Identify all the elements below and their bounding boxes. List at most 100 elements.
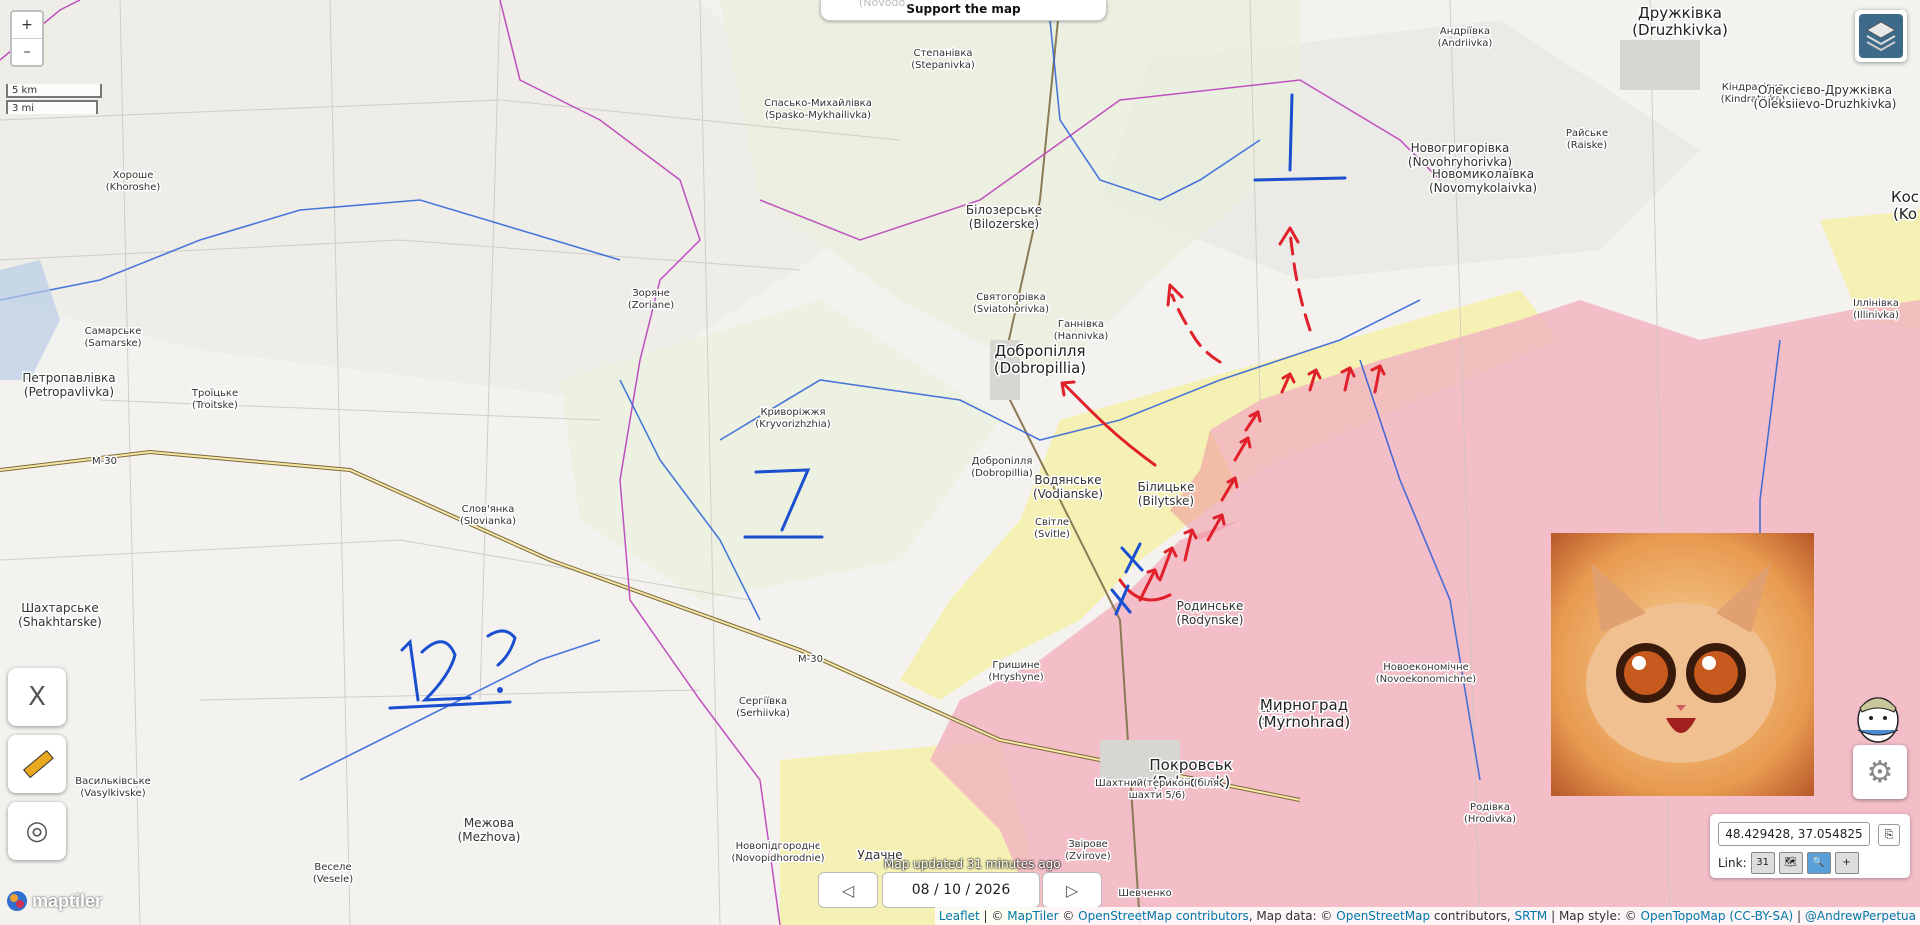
place-label-latin: (Rodynske) <box>1177 613 1244 627</box>
x-logo-icon: X <box>28 682 46 712</box>
place-label: Шахтний(терикон (біля <box>1095 777 1219 789</box>
maptiler-logo[interactable]: maptiler <box>6 890 102 912</box>
place-label-latin: (Mezhova) <box>458 830 521 844</box>
place-label: Кос <box>1891 188 1919 206</box>
place-label: Звірове <box>1068 838 1108 850</box>
place-label-latin: (Slovianka) <box>460 516 516 527</box>
place-label: Іллінівка <box>1853 297 1899 309</box>
place-label: Святогорівка <box>976 291 1045 303</box>
place-label: Шахтарське <box>21 601 99 615</box>
place-label-latin: (Novomykolaivka) <box>1429 181 1537 195</box>
place-label: Васильківське <box>75 775 151 787</box>
settings-button[interactable]: ⚙ <box>1853 745 1907 799</box>
place-label: Добропілля <box>972 455 1033 467</box>
link-label: Link: <box>1718 856 1747 870</box>
ruler-icon <box>22 749 54 779</box>
place-label: Межова <box>464 816 514 830</box>
place-label-latin: (Andriivka) <box>1438 38 1493 49</box>
place-label: Хороше <box>113 170 154 181</box>
map-link-icon[interactable]: 🗺 <box>1778 852 1803 874</box>
opentopo-link[interactable]: OpenTopoMap <box>1641 909 1726 923</box>
place-label-latin: (Oleksiievo-Druzhkivka) <box>1754 97 1897 111</box>
place-label: Ганнівка <box>1058 318 1104 330</box>
mascot-icon[interactable] <box>1854 690 1902 748</box>
zoom-in-button[interactable]: + <box>12 12 42 38</box>
zoom-control: + – <box>10 10 44 67</box>
place-label: Зоряне <box>632 288 670 299</box>
place-label: Райське <box>1566 128 1608 139</box>
place-label-latin: (Bilytske) <box>1138 494 1194 508</box>
layers-button[interactable] <box>1855 10 1907 62</box>
place-label-latin: (Druzhkivka) <box>1632 21 1728 39</box>
support-ghost-text: (Novodo... <box>859 0 916 9</box>
attrib-sep: © <box>1058 909 1079 923</box>
place-label-latin: (Vasylkivske) <box>80 788 145 799</box>
coords-input[interactable]: 48.429428, 37.054825 <box>1718 822 1870 846</box>
osm-link[interactable]: OpenStreetMap contributors <box>1078 909 1249 923</box>
place-label: Криворіжжя <box>760 406 825 418</box>
maptiler-link[interactable]: MapTiler <box>1007 909 1058 923</box>
attrib-text: | Map style: © <box>1547 909 1641 923</box>
place-label: Веселе <box>314 862 351 873</box>
place-label: Сергіївка <box>739 695 787 707</box>
zoom-out-button[interactable]: – <box>12 38 42 65</box>
place-label-latin: (Spasko-Mykhailivka) <box>765 110 871 121</box>
copy-coords-button[interactable]: ⎘ <box>1878 824 1900 846</box>
place-label: Родівка <box>1470 801 1510 813</box>
author-link[interactable]: @AndrewPerpetua <box>1805 909 1916 923</box>
place-label-latin: (Bilozerske) <box>969 217 1039 231</box>
srtm-link[interactable]: SRTM <box>1515 909 1548 923</box>
cat-image <box>1551 533 1814 796</box>
place-label: Спасько-Михайлівка <box>764 97 872 109</box>
gear-icon: ⚙ <box>1866 754 1894 790</box>
place-label-latin: (Zoriane) <box>628 300 674 311</box>
attrib-sep: | © <box>979 909 1008 923</box>
place-label-latin: шахти 5/6) <box>1129 790 1186 801</box>
scale-mi: 3 mi <box>6 100 98 114</box>
calendar-link-icon[interactable]: 31 <box>1750 852 1775 874</box>
place-label: Новогригорівка <box>1411 141 1510 155</box>
scale-bar: 5 km 3 mi <box>6 84 102 116</box>
target-button[interactable]: ◎ <box>8 802 66 860</box>
place-label: Білицьке <box>1138 480 1195 494</box>
osm-link-2[interactable]: OpenStreetMap <box>1336 909 1430 923</box>
place-label: Слов'янка <box>462 504 515 515</box>
place-label: Олексієво-Дружківка <box>1758 83 1892 97</box>
place-label-latin: (Illinivka) <box>1853 310 1899 321</box>
place-label-latin: (Svitle) <box>1034 529 1070 540</box>
place-label: Білозерське <box>966 203 1042 217</box>
x-share-button[interactable]: X <box>8 668 66 726</box>
prev-date-button[interactable]: ◁ <box>818 872 878 908</box>
target-icon: ◎ <box>25 816 49 846</box>
layers-icon <box>1859 14 1903 58</box>
crosshair-link-icon[interactable]: + <box>1834 852 1859 874</box>
search-link-icon[interactable]: 🔍 <box>1806 852 1831 874</box>
place-label: Мирноград <box>1260 696 1348 714</box>
place-label: Новомиколаївка <box>1432 167 1534 181</box>
ruler-button[interactable] <box>8 735 66 793</box>
place-label: Троїцьке <box>191 388 238 399</box>
leaflet-link[interactable]: Leaflet <box>939 909 980 923</box>
next-date-button[interactable]: ▷ <box>1042 872 1102 908</box>
place-label-latin: (Kryvorizhzhia) <box>755 419 830 430</box>
ccbysa-link[interactable]: (CC-BY-SA) <box>1729 909 1793 923</box>
place-label: Добропілля <box>994 342 1085 360</box>
coords-panel: 48.429428, 37.054825 ⎘ Link: 31 🗺 🔍 + <box>1710 814 1910 878</box>
place-label-latin: (Vodianske) <box>1033 487 1103 501</box>
place-label-latin: (Khoroshe) <box>106 182 161 193</box>
attribution-bar: Leaflet | © MapTiler © OpenStreetMap con… <box>934 907 1920 925</box>
place-label-latin: (Dobropillia) <box>994 359 1086 377</box>
maptiler-logo-icon <box>7 891 27 911</box>
place-label-latin: (Raiske) <box>1567 140 1607 151</box>
place-label: Андріївка <box>1440 25 1490 37</box>
place-label-latin: (Samarske) <box>84 338 141 349</box>
attrib-sep: | <box>1793 909 1805 923</box>
attrib-text: contributors, <box>1430 909 1515 923</box>
place-label: Шевченко <box>1118 888 1172 899</box>
attrib-text: , Map data: © <box>1248 909 1337 923</box>
date-input[interactable]: 08 / 10 / 2026 <box>882 872 1040 908</box>
place-label-latin: (Hrodivka) <box>1464 814 1516 825</box>
support-map-button[interactable]: (Novodo... Support the map <box>820 0 1107 21</box>
place-label-latin: (Hryshyne) <box>988 672 1043 683</box>
place-label-latin: (Shakhtarske) <box>18 615 102 629</box>
